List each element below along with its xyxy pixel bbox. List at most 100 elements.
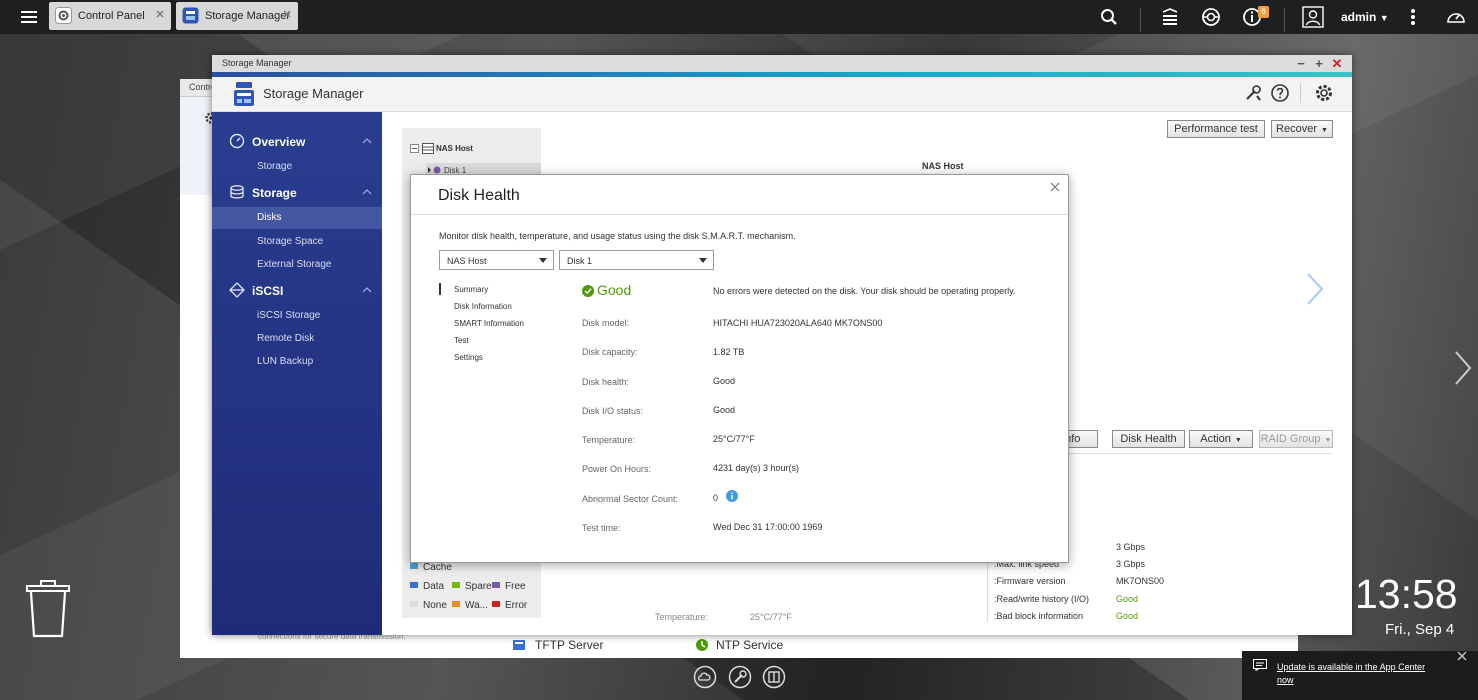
nav-disk-information[interactable]: Disk Information xyxy=(454,302,512,311)
sidebar-item-storage-space[interactable]: Storage Space xyxy=(212,231,382,253)
chevron-right-icon[interactable] xyxy=(1453,350,1473,386)
control-panel-icon xyxy=(55,7,72,24)
check-circle-icon xyxy=(582,285,594,297)
overview-icon xyxy=(229,133,245,149)
app-title: Storage Manager xyxy=(263,86,364,101)
service-ntp[interactable]: NTP Service xyxy=(716,638,783,652)
more-options-icon[interactable] xyxy=(1402,6,1424,28)
update-notification: Update is available in the App Center no… xyxy=(1242,651,1478,700)
legend-swatch xyxy=(492,582,500,588)
recover-button-label: Recover xyxy=(1276,123,1318,135)
help-icon[interactable] xyxy=(1270,83,1290,103)
taskbar-tab-storage-manager[interactable]: Storage Manager xyxy=(176,2,298,30)
chevron-up-icon xyxy=(362,285,372,295)
sidebar-item-external-storage[interactable]: External Storage xyxy=(212,254,382,276)
sidebar-group-label: Overview xyxy=(252,135,306,149)
notification-badge: 6 xyxy=(1258,6,1269,18)
legend-item: Spare xyxy=(452,581,492,592)
info-key: Read/write history (I/O): xyxy=(994,594,1090,604)
external-devices-icon[interactable] xyxy=(1200,6,1222,28)
field-value: Good xyxy=(713,376,736,386)
field-value: Good xyxy=(713,405,736,415)
nav-settings[interactable]: Settings xyxy=(454,353,483,362)
disk-health-dialog: Disk Health Monitor disk health, tempera… xyxy=(410,174,1069,563)
sidebar-item-disks[interactable]: Disks xyxy=(212,207,382,229)
legend-item: Data xyxy=(410,581,444,592)
minimize-icon[interactable]: − xyxy=(1294,57,1308,71)
sidebar-item-storage[interactable]: Storage xyxy=(212,156,382,178)
nas-host-heading: NAS Host xyxy=(922,161,964,171)
sidebar-group-overview[interactable]: Overview xyxy=(212,129,382,153)
maximize-icon[interactable]: + xyxy=(1312,57,1326,71)
performance-test-button[interactable]: Performance test xyxy=(1167,120,1265,138)
chevron-right-icon[interactable] xyxy=(1304,272,1326,306)
info-key: Bad block information: xyxy=(994,611,1084,621)
info-value: 3 Gbps xyxy=(1116,559,1146,569)
dock-tools-icon[interactable] xyxy=(728,665,752,689)
close-icon[interactable] xyxy=(282,9,292,19)
control-panel-tab[interactable]: Control Panel xyxy=(180,79,214,97)
tools-icon[interactable] xyxy=(1243,83,1263,103)
field-label: Disk capacity: xyxy=(582,347,638,357)
legend-item: Cache xyxy=(410,562,452,573)
legend-label: None xyxy=(423,600,447,611)
chevron-up-icon xyxy=(362,187,372,197)
taskbar-tab-control-panel[interactable]: Control Panel xyxy=(49,2,171,30)
sidebar-item-label: LUN Backup xyxy=(257,356,314,367)
nav-summary[interactable]: Summary xyxy=(454,285,488,294)
close-icon[interactable] xyxy=(1457,651,1467,661)
storage-manager-icon xyxy=(182,7,199,24)
action-button[interactable]: Action ▼ xyxy=(1189,430,1253,448)
user-avatar-icon[interactable] xyxy=(1302,6,1324,28)
main-menu-icon[interactable] xyxy=(18,6,40,28)
divider xyxy=(1284,8,1285,32)
sidebar-item-lun-backup[interactable]: LUN Backup xyxy=(212,351,382,373)
info-icon[interactable] xyxy=(726,490,738,502)
expand-collapse-icon xyxy=(410,143,434,154)
background-tasks-icon[interactable] xyxy=(1159,6,1181,28)
disk-select[interactable]: Disk 1 xyxy=(559,250,714,270)
message-icon xyxy=(1253,659,1267,671)
window-titlebar[interactable]: Storage Manager − + ✕ xyxy=(212,55,1352,72)
search-icon[interactable] xyxy=(1098,6,1120,28)
sidebar-group-storage[interactable]: Storage xyxy=(212,180,382,204)
update-notification-link[interactable]: Update is available in the App Center no… xyxy=(1277,661,1437,687)
dock-book-icon[interactable] xyxy=(762,665,786,689)
recycle-bin-icon[interactable] xyxy=(25,579,71,639)
raid-group-button-label: RAID Group xyxy=(1260,433,1321,445)
nav-smart-information[interactable]: SMART Information xyxy=(454,319,524,328)
health-status: Good xyxy=(597,282,632,298)
settings-gear-icon[interactable] xyxy=(1314,83,1334,103)
close-icon[interactable] xyxy=(1050,182,1060,192)
close-window-icon[interactable]: ✕ xyxy=(1330,57,1344,71)
recover-button[interactable]: Recover ▼ xyxy=(1271,120,1333,138)
app-header: Storage Manager xyxy=(212,77,1352,112)
dashboard-icon[interactable] xyxy=(1445,6,1467,28)
control-panel-services-row: connections for secure data transmission… xyxy=(180,632,1298,658)
sidebar-group-iscsi[interactable]: iSCSI xyxy=(212,278,382,302)
user-name: admin xyxy=(1341,10,1377,24)
sidebar-item-iscsi-storage[interactable]: iSCSI Storage xyxy=(212,305,382,327)
taskbar: Control Panel Storage Manager 6 admin ▼ xyxy=(0,0,1478,34)
ntp-service-icon xyxy=(695,638,709,652)
field-label: Test time: xyxy=(582,523,621,533)
host-select-value: NAS Host xyxy=(447,256,487,266)
field-value: 25°C/77°F xyxy=(713,434,755,444)
legend-swatch xyxy=(410,601,418,607)
host-select[interactable]: NAS Host xyxy=(439,250,554,270)
disk-health-button[interactable]: Disk Health xyxy=(1112,430,1185,448)
user-menu[interactable]: admin ▼ xyxy=(1341,10,1389,24)
active-nav-indicator xyxy=(439,283,441,295)
sidebar-group-label: Storage xyxy=(252,186,297,200)
dialog-title: Disk Health xyxy=(438,187,520,204)
legend-label: Spare xyxy=(465,581,492,592)
nav-test[interactable]: Test xyxy=(454,336,469,345)
close-icon[interactable] xyxy=(155,9,165,19)
window-title: Storage Manager xyxy=(222,58,292,68)
service-tftp-server[interactable]: TFTP Server xyxy=(535,638,603,652)
disk-select-value: Disk 1 xyxy=(567,256,593,266)
legend-swatch xyxy=(492,601,500,607)
dock-cloud-icon[interactable] xyxy=(693,665,717,689)
sidebar-item-remote-disk[interactable]: Remote Disk xyxy=(212,328,382,350)
raid-group-button[interactable]: RAID Group ▼ xyxy=(1259,430,1333,448)
